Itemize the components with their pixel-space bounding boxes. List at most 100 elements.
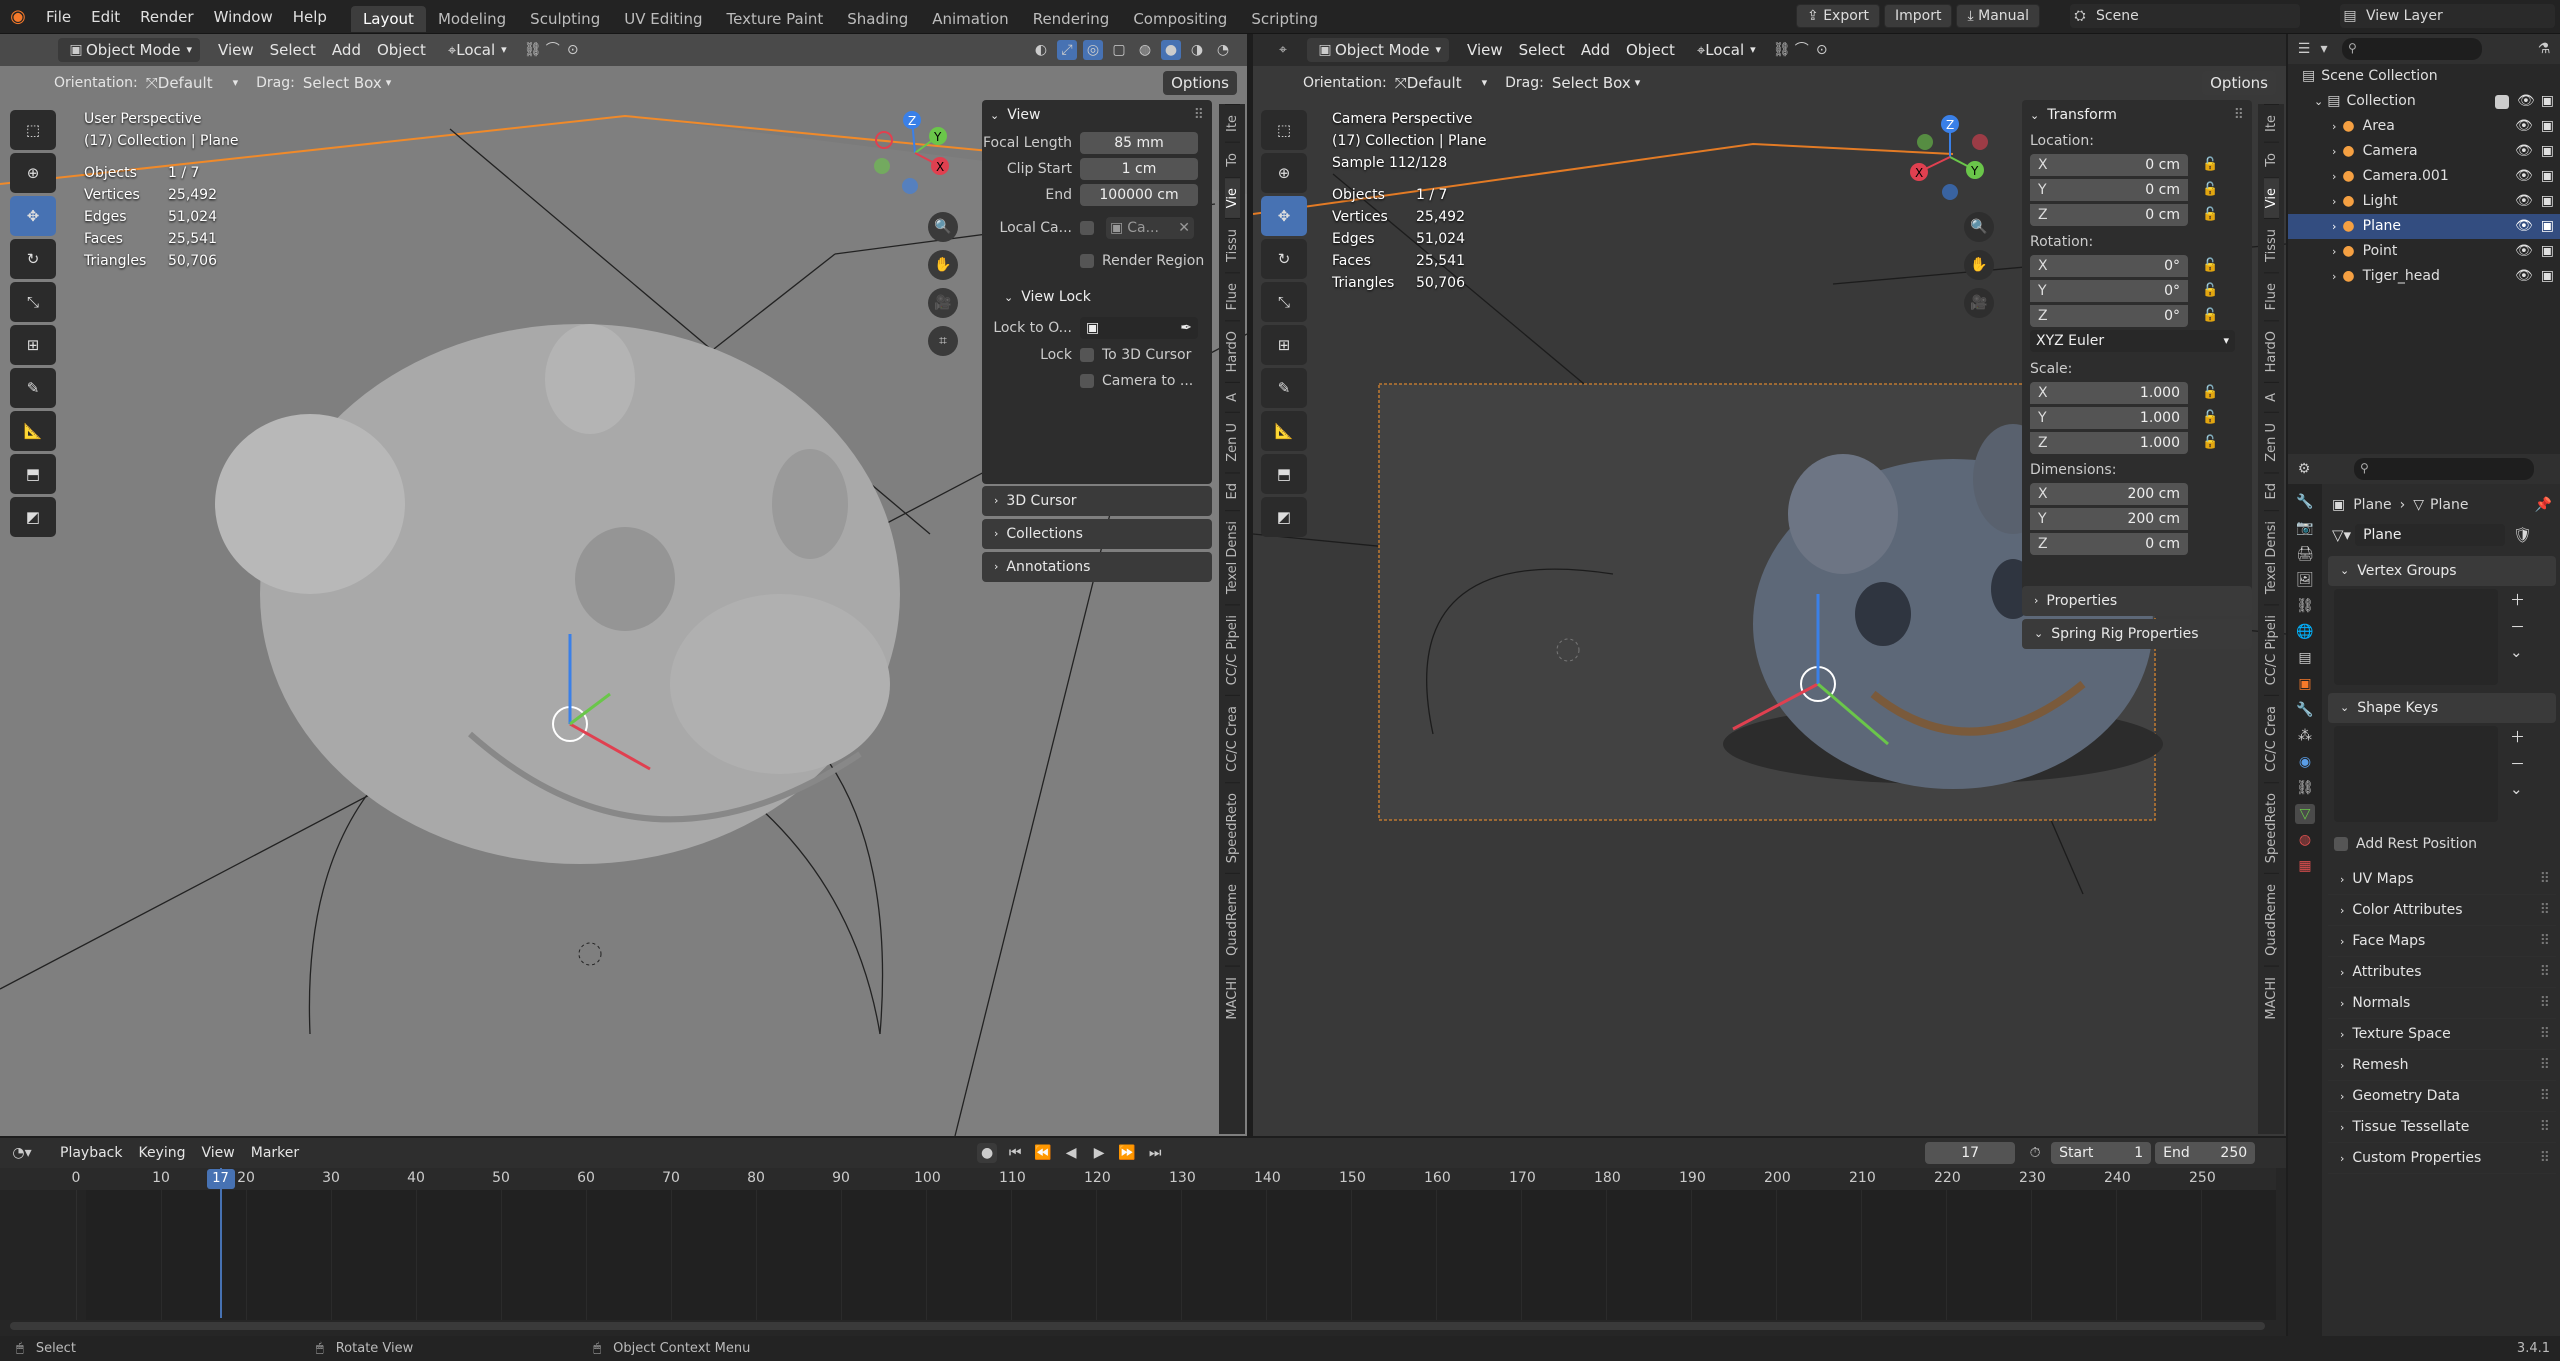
menu-render[interactable]: Render	[130, 0, 203, 34]
record-icon[interactable]: ●	[977, 1143, 998, 1163]
camera-render-icon[interactable]: ▣	[2541, 139, 2554, 164]
transform-tool[interactable]: ⊞	[10, 325, 56, 365]
local-camera-field[interactable]: ▣ Ca... ✕	[1106, 217, 1194, 239]
panel-attributes[interactable]: › Attributes ⠿	[2328, 957, 2556, 988]
lock-icon[interactable]: 🔓	[2202, 435, 2218, 450]
spring-rig-panel[interactable]: ⌄ Spring Rig Properties	[2022, 619, 2252, 649]
outliner-editor-icon[interactable]: ☰	[2294, 39, 2314, 59]
sidebar-tab-vie[interactable]: Vie	[2263, 176, 2279, 218]
timeline-ruler[interactable]: 0 10 20 30 40 50 60 70 80 90 100 110 120 130 140 150 160…	[0, 1168, 2276, 1190]
view-layer-tab-icon[interactable]: 🖼	[2295, 570, 2315, 590]
sidebar-tab-a[interactable]: A	[1224, 382, 1240, 413]
sidebar-tab-to[interactable]: To	[2263, 141, 2279, 177]
import-button[interactable]: Import	[1884, 4, 1953, 28]
sidebar-tab-texel-densi[interactable]: Texel Densi	[1224, 509, 1240, 604]
drag-handle-icon[interactable]: ⠿	[2540, 1050, 2550, 1081]
current-frame-field[interactable]: 17	[1925, 1142, 2016, 1164]
3d-cursor-panel[interactable]: › 3D Cursor	[982, 486, 1212, 516]
drag-handle-icon[interactable]: ⠿	[1194, 107, 1204, 123]
workspace-tab-layout[interactable]: Layout	[350, 5, 426, 32]
viewport-menu-view[interactable]: View	[210, 38, 262, 62]
cursor-tool[interactable]: ⊕	[1261, 153, 1307, 193]
view-panel-header[interactable]: ⌄ View ⠿	[982, 100, 1212, 130]
scale-tool[interactable]: ⤡	[1261, 282, 1307, 322]
visibility-icon[interactable]: ◐	[1031, 40, 1051, 60]
solid-shading-icon[interactable]: ●	[1161, 40, 1181, 60]
play-reverse-icon[interactable]: ◀	[1061, 1143, 1081, 1163]
sidebar-tab-quadreme[interactable]: QuadReme	[2263, 873, 2279, 967]
chevron-down-icon[interactable]: ⌄	[2510, 780, 2525, 798]
drag-select[interactable]: Select Box ▾	[1544, 71, 1648, 95]
output-tab-icon[interactable]: 🖨	[2295, 544, 2315, 564]
chevron-right-icon[interactable]: ›	[2332, 164, 2336, 189]
outliner-item-plane[interactable]: › ● Plane 👁 ▣	[2288, 214, 2560, 239]
viewport-menu-add[interactable]: Add	[324, 38, 369, 62]
end-frame-field[interactable]: End 250	[2155, 1142, 2256, 1164]
panel-custom-properties[interactable]: › Custom Properties ⠿	[2328, 1143, 2556, 1174]
play-icon[interactable]: ▶	[1089, 1143, 1109, 1163]
stopwatch-icon[interactable]: ⏱	[2025, 1143, 2045, 1163]
tool-tab-icon[interactable]: 🔧	[2295, 492, 2315, 512]
pan-hand-icon[interactable]: ✋	[928, 250, 958, 280]
outliner-item-point[interactable]: › ● Point 👁 ▣	[2288, 239, 2560, 264]
location-z-field[interactable]: Z 0 cm	[2030, 203, 2188, 226]
properties-search-input[interactable]: ⚲	[2354, 458, 2534, 480]
world-tab-icon[interactable]: 🌐	[2295, 622, 2315, 642]
sidebar-tab-texel-densi[interactable]: Texel Densi	[2263, 509, 2279, 604]
panel-uv-maps[interactable]: › UV Maps ⠿	[2328, 864, 2556, 895]
sidebar-tab-zen-u[interactable]: Zen U	[2263, 412, 2279, 473]
sidebar-tab-flue[interactable]: Flue	[1224, 271, 1240, 321]
sidebar-tab-hardo[interactable]: HardO	[1224, 320, 1240, 383]
viewport-menu-select[interactable]: Select	[262, 38, 324, 62]
viewport-menu-add[interactable]: Add	[1573, 38, 1618, 62]
lock-icon[interactable]: 🔓	[2202, 410, 2218, 425]
sidebar-tab-to[interactable]: To	[1224, 141, 1240, 177]
sidebar-tab-speedreto[interactable]: SpeedReto	[2263, 782, 2279, 874]
zoom-icon[interactable]: 🔍	[1964, 212, 1994, 242]
link-icon[interactable]: ⛓	[523, 40, 543, 60]
panel-normals[interactable]: › Normals ⠿	[2328, 988, 2556, 1019]
overlay-toggle-icon[interactable]: ◎	[1083, 40, 1103, 60]
editor-type-icon[interactable]: ⌖	[1273, 40, 1293, 60]
dimensions-y-field[interactable]: Y 200 cm	[2030, 507, 2188, 530]
annotate-tool[interactable]: ✎	[10, 368, 56, 408]
view-layer-selector[interactable]: ▤ View Layer	[2340, 4, 2555, 28]
menu-edit[interactable]: Edit	[81, 0, 130, 34]
timeline-menu-keying[interactable]: Keying	[130, 1141, 193, 1165]
particles-tab-icon[interactable]: ⁂	[2295, 726, 2315, 746]
annotations-panel[interactable]: › Annotations	[982, 552, 1212, 582]
mesh-icon[interactable]: ▽▾	[2332, 526, 2351, 544]
menu-help[interactable]: Help	[283, 0, 337, 34]
sidebar-tab-machi[interactable]: MACHI	[2263, 966, 2279, 1030]
lock-3d-cursor-checkbox[interactable]	[1080, 348, 1094, 362]
rotation-z-field[interactable]: Z 0°	[2030, 304, 2188, 327]
left-navigation-gizmo[interactable]: Z Y X	[870, 108, 960, 198]
object-tab-icon[interactable]: ▣	[2295, 674, 2315, 694]
proportional-edit-icon[interactable]: ⊙	[1812, 40, 1832, 60]
gizmo-toggle-icon[interactable]: ⤢	[1057, 40, 1077, 60]
sidebar-tab-zen-u[interactable]: Zen U	[1224, 412, 1240, 473]
link-icon[interactable]: ⛓	[1772, 40, 1792, 60]
extra-tool[interactable]: ◩	[10, 497, 56, 537]
xray-icon[interactable]: ▢	[1109, 40, 1129, 60]
wireframe-shading-icon[interactable]: ◍	[1135, 40, 1155, 60]
view-lock-header[interactable]: ⌄ View Lock	[982, 280, 1212, 314]
sidebar-tab-speedreto[interactable]: SpeedReto	[1224, 782, 1240, 874]
select-box-tool[interactable]: ⬚	[1261, 110, 1307, 150]
lock-icon[interactable]: 🔓	[2202, 207, 2218, 222]
sidebar-tab-ed[interactable]: Ed	[1224, 472, 1240, 510]
eye-icon[interactable]: 👁	[2515, 239, 2533, 264]
panel-tissue-tessellate[interactable]: › Tissue Tessellate ⠿	[2328, 1112, 2556, 1143]
scale-z-field[interactable]: Z 1.000	[2030, 431, 2188, 454]
drag-handle-icon[interactable]: ⠿	[2540, 895, 2550, 926]
render-tab-icon[interactable]: 📷	[2295, 518, 2315, 538]
drag-handle-icon[interactable]: ⠿	[2540, 1143, 2550, 1174]
menu-window[interactable]: Window	[204, 0, 283, 34]
sidebar-tab-ite[interactable]: Ite	[1224, 104, 1240, 142]
eye-icon[interactable]: 👁	[2515, 189, 2533, 214]
eye-icon[interactable]: 👁	[2515, 114, 2533, 139]
camera-render-icon[interactable]: ▣	[2541, 114, 2554, 139]
camera-view-icon[interactable]: 🎥	[928, 288, 958, 318]
camera-render-icon[interactable]: ▣	[2541, 89, 2554, 114]
start-frame-field[interactable]: Start 1	[2051, 1142, 2152, 1164]
